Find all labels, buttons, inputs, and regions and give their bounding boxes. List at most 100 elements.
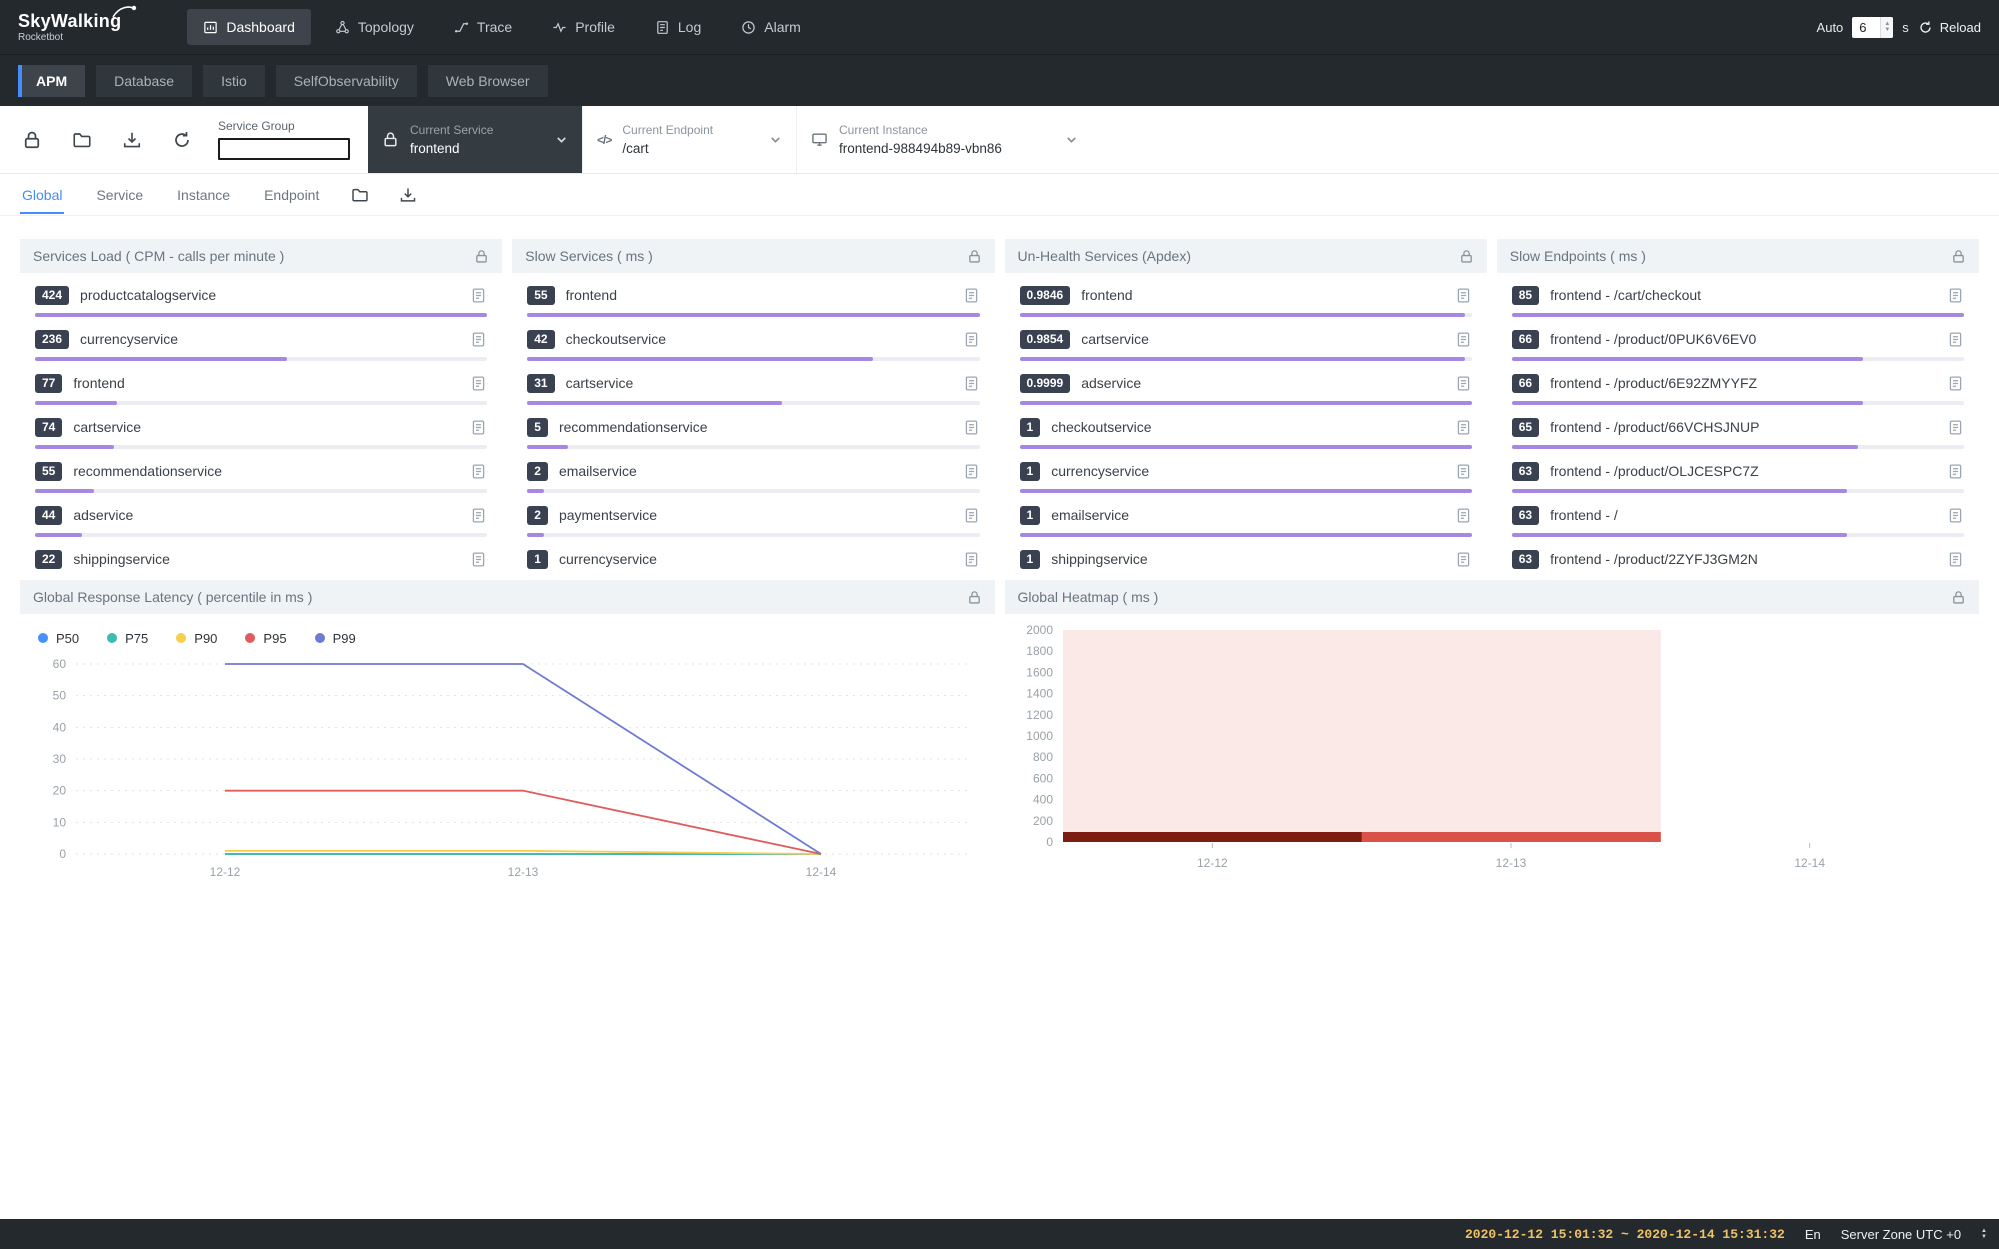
inspect-icon[interactable] <box>963 287 980 304</box>
list-item[interactable]: 66frontend - /product/6E92ZMYYFZ <box>1512 361 1964 405</box>
inspect-icon[interactable] <box>1947 463 1964 480</box>
tab-endpoint[interactable]: Endpoint <box>262 176 321 214</box>
list-item[interactable]: 65frontend - /product/66VCHSJNUP <box>1512 405 1964 449</box>
current-instance-selector[interactable]: Current Instance frontend-988494b89-vbn8… <box>796 106 1092 173</box>
list-item[interactable]: 1shippingservice <box>1020 537 1472 574</box>
inspect-icon[interactable] <box>963 551 980 568</box>
tab-instance[interactable]: Instance <box>175 176 232 214</box>
inspect-icon[interactable] <box>1947 331 1964 348</box>
list-item[interactable]: 74cartservice <box>35 405 487 449</box>
skywalking-logo[interactable]: SkyWalking Rocketbot <box>18 11 121 43</box>
inspect-icon[interactable] <box>470 287 487 304</box>
legend-item[interactable]: P99 <box>315 631 356 646</box>
legend-item[interactable]: P95 <box>245 631 286 646</box>
inspect-icon[interactable] <box>470 507 487 524</box>
page-tab-apm[interactable]: APM <box>18 65 85 97</box>
inspect-icon[interactable] <box>1455 375 1472 392</box>
page-tab-selfobservability[interactable]: SelfObservability <box>276 65 417 97</box>
folder-icon[interactable] <box>351 186 369 204</box>
list-item[interactable]: 1currencyservice <box>527 537 979 574</box>
list-item[interactable]: 44adservice <box>35 493 487 537</box>
lock-icon[interactable] <box>967 249 982 264</box>
list-item[interactable]: 424productcatalogservice <box>35 273 487 317</box>
list-item[interactable]: 55recommendationservice <box>35 449 487 493</box>
list-item[interactable]: 42checkoutservice <box>527 317 979 361</box>
inspect-icon[interactable] <box>470 331 487 348</box>
inspect-icon[interactable] <box>963 507 980 524</box>
inspect-icon[interactable] <box>470 463 487 480</box>
inspect-icon[interactable] <box>1947 375 1964 392</box>
list-item[interactable]: 55frontend <box>527 273 979 317</box>
reload-button[interactable]: Reload <box>1918 20 1981 35</box>
list-item[interactable]: 0.9846frontend <box>1020 273 1472 317</box>
lock-icon[interactable] <box>1951 590 1966 605</box>
current-service-selector[interactable]: Current Service frontend <box>368 106 582 173</box>
inspect-icon[interactable] <box>1455 331 1472 348</box>
inspect-icon[interactable] <box>1455 551 1472 568</box>
download-icon[interactable] <box>399 186 417 204</box>
list-item[interactable]: 5recommendationservice <box>527 405 979 449</box>
download-icon[interactable] <box>122 130 142 150</box>
nav-item-topology[interactable]: Topology <box>319 9 430 45</box>
list-item[interactable]: 2paymentservice <box>527 493 979 537</box>
folder-icon[interactable] <box>72 130 92 150</box>
legend-item[interactable]: P75 <box>107 631 148 646</box>
list-item[interactable]: 31cartservice <box>527 361 979 405</box>
inspect-icon[interactable] <box>963 375 980 392</box>
legend-item[interactable]: P50 <box>38 631 79 646</box>
inspect-icon[interactable] <box>470 551 487 568</box>
inspect-icon[interactable] <box>1947 419 1964 436</box>
zone-stepper[interactable]: ▲▼ <box>1981 1228 1987 1240</box>
list-item[interactable]: 0.9854cartservice <box>1020 317 1472 361</box>
inspect-icon[interactable] <box>963 463 980 480</box>
list-item[interactable]: 85frontend - /cart/checkout <box>1512 273 1964 317</box>
list-item[interactable]: 1checkoutservice <box>1020 405 1472 449</box>
lock-icon[interactable] <box>1951 249 1966 264</box>
tab-service[interactable]: Service <box>94 176 145 214</box>
language-toggle[interactable]: En <box>1805 1227 1821 1242</box>
list-item[interactable]: 63frontend - / <box>1512 493 1964 537</box>
legend-item[interactable]: P90 <box>176 631 217 646</box>
nav-item-profile[interactable]: Profile <box>536 9 631 45</box>
lock-icon[interactable] <box>1459 249 1474 264</box>
inspect-icon[interactable] <box>470 375 487 392</box>
list-item[interactable]: 1emailservice <box>1020 493 1472 537</box>
nav-item-dashboard[interactable]: Dashboard <box>187 9 311 45</box>
inspect-icon[interactable] <box>1947 551 1964 568</box>
nav-item-trace[interactable]: Trace <box>438 9 528 45</box>
inspect-icon[interactable] <box>470 419 487 436</box>
inspect-icon[interactable] <box>1947 507 1964 524</box>
auto-refresh-stepper[interactable]: ▲▼ <box>1880 17 1893 38</box>
inspect-icon[interactable] <box>1455 287 1472 304</box>
list-item[interactable]: 0.9999adservice <box>1020 361 1472 405</box>
inspect-icon[interactable] <box>963 331 980 348</box>
inspect-icon[interactable] <box>1947 287 1964 304</box>
current-endpoint-selector[interactable]: </> Current Endpoint /cart <box>582 106 796 173</box>
page-tab-istio[interactable]: Istio <box>203 65 265 97</box>
list-item[interactable]: 1currencyservice <box>1020 449 1472 493</box>
list-item[interactable]: 63frontend - /product/2ZYFJ3GM2N <box>1512 537 1964 574</box>
tab-global[interactable]: Global <box>20 176 64 214</box>
inspect-icon[interactable] <box>963 419 980 436</box>
list-item[interactable]: 77frontend <box>35 361 487 405</box>
refresh-icon[interactable] <box>172 130 192 150</box>
list-item[interactable]: 63frontend - /product/OLJCESPC7Z <box>1512 449 1964 493</box>
inspect-icon[interactable] <box>1455 419 1472 436</box>
list-item[interactable]: 22shippingservice <box>35 537 487 574</box>
service-group-input[interactable] <box>218 138 350 160</box>
page-tab-web-browser[interactable]: Web Browser <box>428 65 548 97</box>
time-range-picker[interactable]: 2020-12-12 15:01:32 ~ 2020-12-14 15:31:3… <box>1465 1227 1785 1242</box>
list-item[interactable]: 66frontend - /product/0PUK6V6EV0 <box>1512 317 1964 361</box>
inspect-icon[interactable] <box>1455 463 1472 480</box>
lock-icon[interactable] <box>967 590 982 605</box>
nav-item-alarm[interactable]: Alarm <box>725 9 817 45</box>
lock-icon[interactable] <box>474 249 489 264</box>
lock-icon[interactable] <box>22 130 42 150</box>
inspect-icon[interactable] <box>1455 507 1472 524</box>
page-tab-database[interactable]: Database <box>96 65 192 97</box>
nav-item-log[interactable]: Log <box>639 9 717 45</box>
list-item[interactable]: 2emailservice <box>527 449 979 493</box>
value-badge: 55 <box>35 462 62 481</box>
list-item[interactable]: 236currencyservice <box>35 317 487 361</box>
auto-refresh-input[interactable] <box>1852 17 1880 38</box>
